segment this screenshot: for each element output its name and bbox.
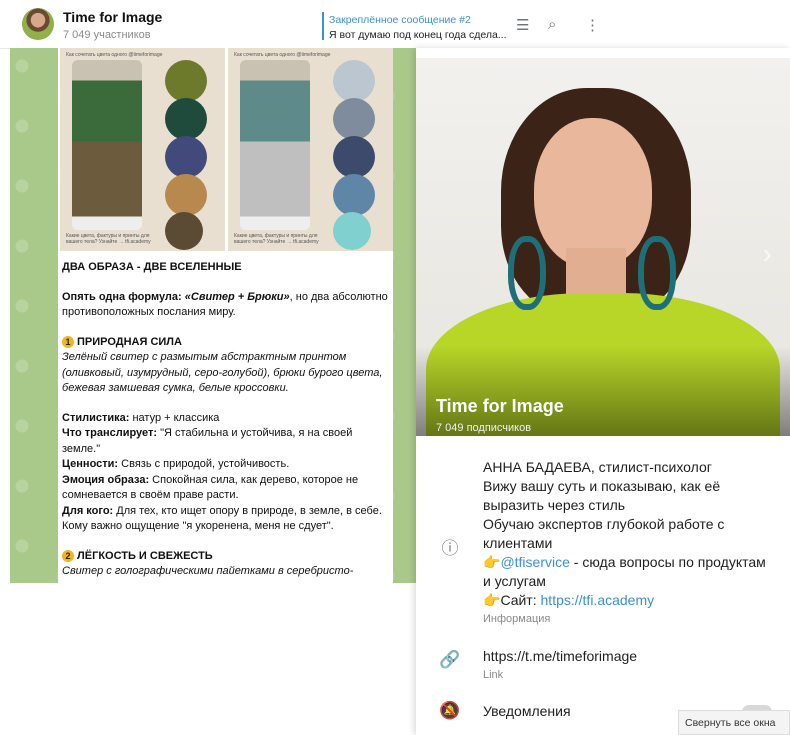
portrait-face xyxy=(534,118,652,268)
photo-caption: Как сочетать цвета одного @timeforimage xyxy=(234,52,331,58)
subscriber-count: 7 049 подписчиков xyxy=(436,422,532,434)
earring-left xyxy=(508,236,546,310)
section1-description: Зелёный свитер с размытым абстрактным пр… xyxy=(62,351,383,394)
channel-description: АННА БАДАЕВА, стилист-психолог Вижу вашу… xyxy=(483,458,773,629)
site-label: Сайт: xyxy=(500,592,541,608)
color-swatch xyxy=(165,174,207,216)
pointing-hand-icon: 👉 xyxy=(483,592,501,608)
transmit-label: Что транслирует: xyxy=(62,427,158,439)
channel-title[interactable]: Time for Image xyxy=(63,9,162,25)
site-link[interactable]: https://tfi.academy xyxy=(541,592,655,608)
outfit-figure-green xyxy=(72,60,142,230)
color-swatch xyxy=(165,98,207,140)
formula-bold: «Свитер + Брюки» xyxy=(184,290,290,303)
more-icon[interactable]: ⋮ xyxy=(585,16,600,34)
service-link[interactable]: @tfiservice xyxy=(500,554,569,570)
profile-title: Time for Image xyxy=(436,396,564,416)
color-swatch xyxy=(333,136,375,178)
channel-profile-panel: › Time for Image 7 049 подписчиков ⓘ АНН… xyxy=(416,48,790,735)
color-swatch xyxy=(333,212,371,250)
earring-right xyxy=(638,236,676,310)
color-swatch xyxy=(333,174,375,216)
search-icon[interactable]: ⌕ xyxy=(548,16,556,33)
post-text: ДВА ОБРАЗА - ДВЕ ВСЕЛЕННЫЕ Опять одна фо… xyxy=(62,260,388,580)
info-icon: ⓘ xyxy=(441,539,459,558)
section2-description: Свитер с голографическими пайетками в се… xyxy=(62,565,354,577)
photo-caption: Как сочетать цвета одного @timeforimage xyxy=(66,52,163,58)
about-line-2: Вижу вашу суть и показываю, как её выраз… xyxy=(483,478,721,513)
section2-title: ЛЁГКОСТЬ И СВЕЖЕСТЬ xyxy=(77,549,213,562)
channel-post: Как сочетать цвета одного @timeforimage … xyxy=(58,48,393,583)
bell-off-icon: 🔕 xyxy=(439,701,461,720)
list-icon[interactable]: ☰ xyxy=(516,16,529,34)
about-line-3: Обучаю экспертов глубокой работе с клиен… xyxy=(483,516,725,551)
photo-footer: Какие цвета, фактуры и принты для вашего… xyxy=(234,233,319,245)
post-photo-left[interactable]: Как сочетать цвета одного @timeforimage … xyxy=(60,48,225,251)
link-icon: 🔗 xyxy=(439,650,461,669)
color-swatch xyxy=(165,60,207,102)
notifications-label[interactable]: Уведомления xyxy=(483,703,571,719)
color-swatch xyxy=(165,212,203,250)
pinned-indicator xyxy=(322,12,324,40)
post-photo-right[interactable]: Как сочетать цвета одного @timeforimage … xyxy=(228,48,393,251)
color-swatch xyxy=(333,98,375,140)
link-caption: Link xyxy=(483,669,504,681)
color-swatch xyxy=(165,136,207,178)
member-count: 7 049 участников xyxy=(63,29,151,41)
pointing-hand-icon: 👉 xyxy=(483,554,501,570)
number-badge-2: 2 xyxy=(62,549,74,562)
section1-title: ПРИРОДНАЯ СИЛА xyxy=(77,335,182,348)
values-value: Связь с природой, устойчивость. xyxy=(118,458,290,470)
about-line-1: АННА БАДАЕВА, стилист-психолог xyxy=(483,459,712,475)
style-value: натур + классика xyxy=(129,411,220,424)
values-label: Ценности: xyxy=(62,458,119,470)
info-caption: Информация xyxy=(483,613,551,625)
formula-prefix: Опять одна формула: xyxy=(62,290,185,303)
photo-footer: Какие цвета, фактуры и принты для вашего… xyxy=(66,233,151,245)
pinned-message-title[interactable]: Закреплённое сообщение #2 xyxy=(329,14,471,26)
profile-cover-photo[interactable]: › Time for Image 7 049 подписчиков xyxy=(416,58,790,436)
for-label: Для кого: xyxy=(62,504,114,517)
minimize-all-tooltip: Свернуть все окна xyxy=(678,710,790,735)
chat-header: Time for Image 7 049 участников Закреплё… xyxy=(0,0,610,49)
number-badge-1: 1 xyxy=(62,335,74,348)
pinned-message-text[interactable]: Я вот думаю под конец года сдела... xyxy=(329,29,507,41)
color-swatch xyxy=(333,60,375,102)
outfit-figure-grey xyxy=(240,60,310,230)
post-headline: ДВА ОБРАЗА - ДВЕ ВСЕЛЕННЫЕ xyxy=(62,261,242,273)
style-label: Стилистика: xyxy=(62,411,130,424)
emotion-label: Эмоция образа: xyxy=(62,473,150,486)
formula-paragraph: Опять одна формула: «Свитер + Брюки», но… xyxy=(62,290,388,321)
channel-avatar[interactable] xyxy=(22,8,54,40)
channel-link[interactable]: https://t.me/timeforimage xyxy=(483,648,637,664)
chevron-right-icon[interactable]: › xyxy=(763,238,772,270)
